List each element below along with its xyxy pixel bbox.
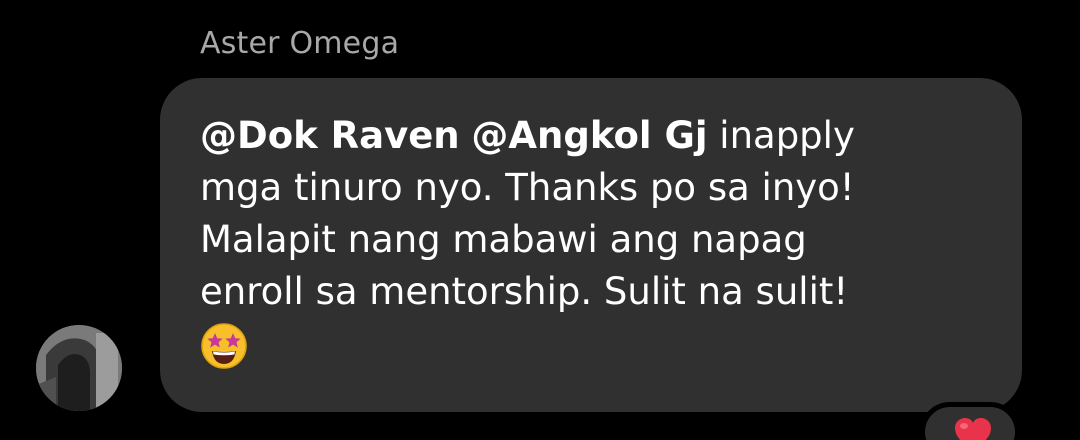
sender-name: Aster Omega: [200, 26, 400, 61]
reaction-badge[interactable]: [920, 402, 1020, 440]
message-bubble[interactable]: @Dok Raven @Angkol Gj inapply mga tinuro…: [160, 78, 1022, 412]
message-text-1: inapply: [707, 114, 855, 157]
chat-view: Aster Omega @Dok Raven @Angkol Gj inappl…: [0, 0, 1080, 440]
message-line-3: Malapit nang mabawi ang napag: [200, 218, 807, 261]
mention-dok-raven[interactable]: @Dok Raven: [200, 114, 460, 157]
message-line-1: @Dok Raven @Angkol Gj inapply: [200, 110, 992, 162]
message-line-4: enroll sa mentorship. Sulit na sulit!: [200, 270, 849, 313]
avatar-image: [36, 325, 122, 411]
avatar[interactable]: [36, 325, 122, 411]
star-struck-emoji-icon: [200, 322, 248, 370]
heart-icon: [955, 418, 991, 440]
mention-angkol-gj[interactable]: @Angkol Gj: [471, 114, 707, 157]
message-line-2: mga tinuro nyo. Thanks po sa inyo!: [200, 166, 855, 209]
